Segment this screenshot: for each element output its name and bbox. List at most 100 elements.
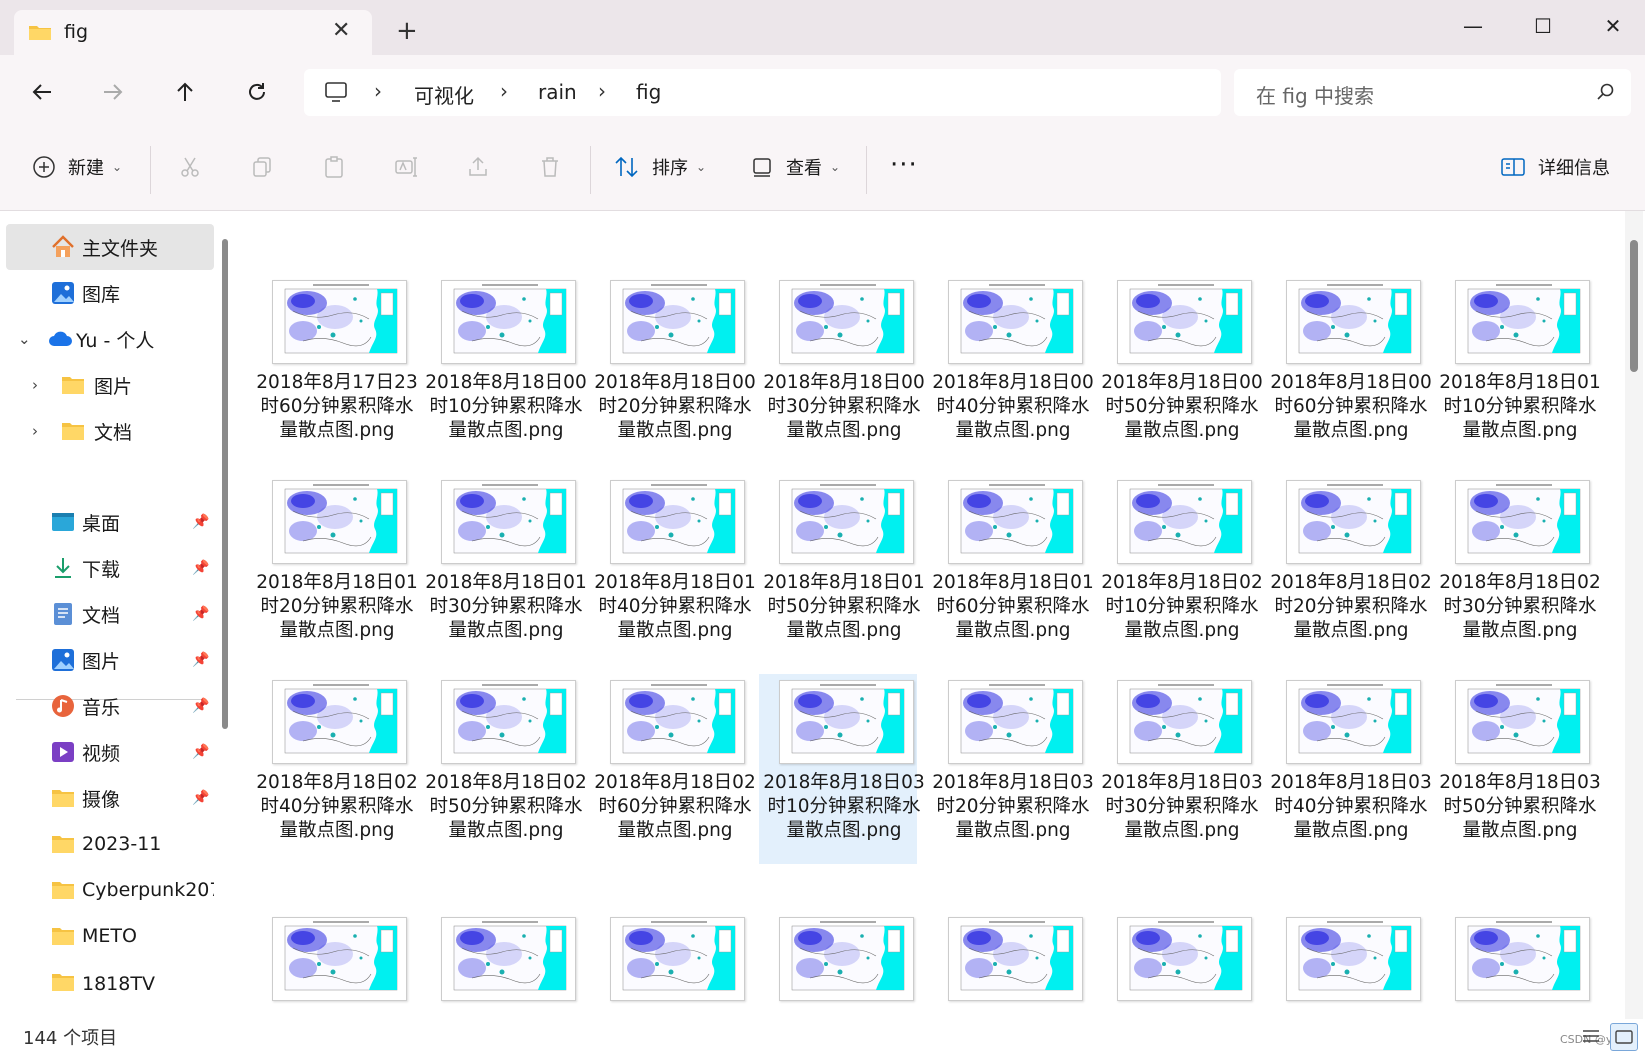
share-icon[interactable] (463, 152, 493, 182)
minimize-button[interactable]: — (1453, 8, 1493, 44)
search-icon[interactable] (1597, 83, 1615, 101)
view-button[interactable]: 查看 ⌄ (752, 154, 840, 180)
thumbnail-image (1118, 281, 1251, 363)
quick-access-label: 视频 (82, 742, 121, 765)
up-button[interactable] (168, 75, 202, 109)
tab-fig[interactable]: fig ✕ (14, 10, 372, 55)
quick-access-item[interactable]: 文档 📌 (6, 591, 214, 637)
refresh-button[interactable] (240, 75, 274, 109)
breadcrumb-separator-icon: › (598, 79, 606, 103)
file-tile[interactable]: 2018年8月18日00时30分钟累积降水量散点图.png (759, 274, 925, 464)
file-tile[interactable]: 2018年8月18日00时60分钟累积降水量散点图.png (1266, 274, 1432, 464)
nav-scrollbar[interactable] (222, 239, 228, 729)
quick-access-item[interactable]: 桌面 📌 (6, 499, 214, 545)
more-options-icon[interactable]: ··· (890, 150, 918, 180)
file-tile[interactable]: 2018年8月18日00时20分钟累积降水量散点图.png (590, 274, 756, 464)
file-tile[interactable]: 2018年8月18日01时50分钟累积降水量散点图.png (759, 474, 925, 664)
file-tile[interactable]: 2018年8月18日01时10分钟累积降水量散点图.png (1435, 274, 1601, 464)
nav-item-home[interactable]: 主文件夹 (6, 224, 214, 270)
file-tile[interactable]: 2018年8月18日03时30分钟累积降水量散点图.png (1097, 674, 1263, 864)
file-tile[interactable] (1097, 911, 1255, 1019)
file-tile[interactable]: 2018年8月18日03时50分钟累积降水量散点图.png (1435, 674, 1601, 864)
delete-icon[interactable] (535, 152, 565, 182)
copy-icon[interactable] (247, 152, 277, 182)
pin-icon[interactable]: 📌 (192, 606, 209, 622)
chevron-down-icon[interactable]: ⌄ (18, 330, 31, 348)
file-tile[interactable] (759, 911, 917, 1019)
file-tile[interactable]: 2018年8月18日02时10分钟累积降水量散点图.png (1097, 474, 1263, 664)
pin-icon[interactable]: 📌 (192, 790, 209, 806)
nav-item-onedrive-documents[interactable]: › 文档 (6, 408, 214, 454)
new-button[interactable]: 新建 ⌄ (32, 154, 122, 180)
file-tile[interactable]: 2018年8月18日00时40分钟累积降水量散点图.png (928, 274, 1094, 464)
quick-access-item[interactable]: 摄像 📌 (6, 775, 214, 821)
file-tile[interactable]: 2018年8月17日23时60分钟累积降水量散点图.png (252, 274, 418, 464)
file-tile[interactable] (421, 911, 579, 1019)
breadcrumb-item[interactable]: fig (636, 80, 661, 104)
nav-item-onedrive[interactable]: ⌄ Yu - 个人 (6, 316, 214, 362)
thumbnail-image (611, 481, 744, 563)
quick-access-item[interactable]: 视频 📌 (6, 729, 214, 775)
quick-access-item[interactable]: Cyberpunk2077 (6, 867, 214, 913)
file-tile[interactable]: 2018年8月18日03时20分钟累积降水量散点图.png (928, 674, 1094, 864)
tab-close-icon[interactable]: ✕ (332, 18, 350, 43)
file-thumbnail (1286, 680, 1421, 764)
file-name: 2018年8月18日03时30分钟累积降水量散点图.png (1101, 772, 1263, 841)
quick-access-item[interactable]: 2023-11 (6, 821, 214, 867)
pin-icon[interactable]: 📌 (192, 652, 209, 668)
breadcrumb-item[interactable]: 可视化 (414, 80, 474, 109)
file-tile[interactable] (928, 911, 1086, 1019)
file-tile[interactable]: 2018年8月18日01时40分钟累积降水量散点图.png (590, 474, 756, 664)
sort-button[interactable]: 排序 ⌄ (614, 154, 706, 180)
file-name: 2018年8月18日03时40分钟累积降水量散点图.png (1270, 772, 1432, 841)
rename-icon[interactable] (391, 152, 421, 182)
file-tile[interactable]: 2018年8月18日02时60分钟累积降水量散点图.png (590, 674, 756, 864)
file-tile[interactable]: 2018年8月18日03时40分钟累积降水量散点图.png (1266, 674, 1432, 864)
chevron-right-icon[interactable]: › (32, 422, 38, 440)
quick-access-item[interactable]: 音乐 📌 (6, 683, 214, 729)
forward-button[interactable] (96, 75, 130, 109)
file-tile[interactable]: 2018年8月18日00时10分钟累积降水量散点图.png (421, 274, 587, 464)
cloud-icon (49, 331, 72, 346)
details-view-icon[interactable] (1578, 1023, 1604, 1049)
nav-item-gallery[interactable]: 图库 (6, 270, 214, 316)
file-thumbnail (272, 680, 407, 764)
quick-access-item[interactable]: 下载 📌 (6, 545, 214, 591)
address-bar[interactable]: › 可视化 › rain › fig (304, 69, 1221, 116)
file-tile[interactable]: 2018年8月18日02时20分钟累积降水量散点图.png (1266, 474, 1432, 664)
paste-icon[interactable] (319, 152, 349, 182)
file-tile[interactable]: 2018年8月18日02时40分钟累积降水量散点图.png (252, 674, 418, 864)
chevron-right-icon[interactable]: › (32, 376, 38, 394)
file-tile[interactable] (1435, 911, 1593, 1019)
pin-icon[interactable]: 📌 (192, 514, 209, 530)
file-tile[interactable]: 2018年8月18日02时30分钟累积降水量散点图.png (1435, 474, 1601, 664)
quick-access-item[interactable]: METO (6, 913, 214, 959)
file-tile[interactable] (590, 911, 748, 1019)
file-tile[interactable]: 2018年8月18日03时10分钟累积降水量散点图.png (759, 674, 925, 864)
quick-access-item[interactable]: 1818TV (6, 959, 214, 995)
file-thumbnail (1117, 280, 1252, 364)
file-tile[interactable]: 2018年8月18日01时20分钟累积降水量散点图.png (252, 474, 418, 664)
quick-access-item[interactable]: 图片 📌 (6, 637, 214, 683)
new-tab-icon[interactable]: + (396, 16, 418, 46)
thumbnail-view-icon[interactable] (1610, 1023, 1638, 1051)
file-tile[interactable]: 2018年8月18日00时50分钟累积降水量散点图.png (1097, 274, 1263, 464)
file-tile[interactable]: 2018年8月18日01时60分钟累积降水量散点图.png (928, 474, 1094, 664)
back-button[interactable] (25, 75, 59, 109)
file-tile[interactable] (1266, 911, 1424, 1019)
file-tile[interactable]: 2018年8月18日01时30分钟累积降水量散点图.png (421, 474, 587, 664)
close-window-button[interactable]: ✕ (1593, 8, 1633, 44)
file-tile[interactable] (252, 911, 410, 1019)
search-input[interactable]: 在 fig 中搜索 (1234, 69, 1631, 116)
cut-icon[interactable] (175, 152, 205, 182)
maximize-button[interactable]: ☐ (1523, 8, 1563, 44)
pin-icon[interactable]: 📌 (192, 698, 209, 714)
pin-icon[interactable]: 📌 (192, 560, 209, 576)
breadcrumb-item[interactable]: rain (538, 80, 577, 104)
file-tile[interactable]: 2018年8月18日02时50分钟累积降水量散点图.png (421, 674, 587, 864)
nav-item-onedrive-pictures[interactable]: › 图片 (6, 362, 214, 408)
content-scrollbar[interactable] (1630, 240, 1638, 372)
file-thumbnail (1455, 917, 1590, 1001)
pin-icon[interactable]: 📌 (192, 744, 209, 760)
details-button[interactable]: 详细信息 (1500, 154, 1610, 180)
